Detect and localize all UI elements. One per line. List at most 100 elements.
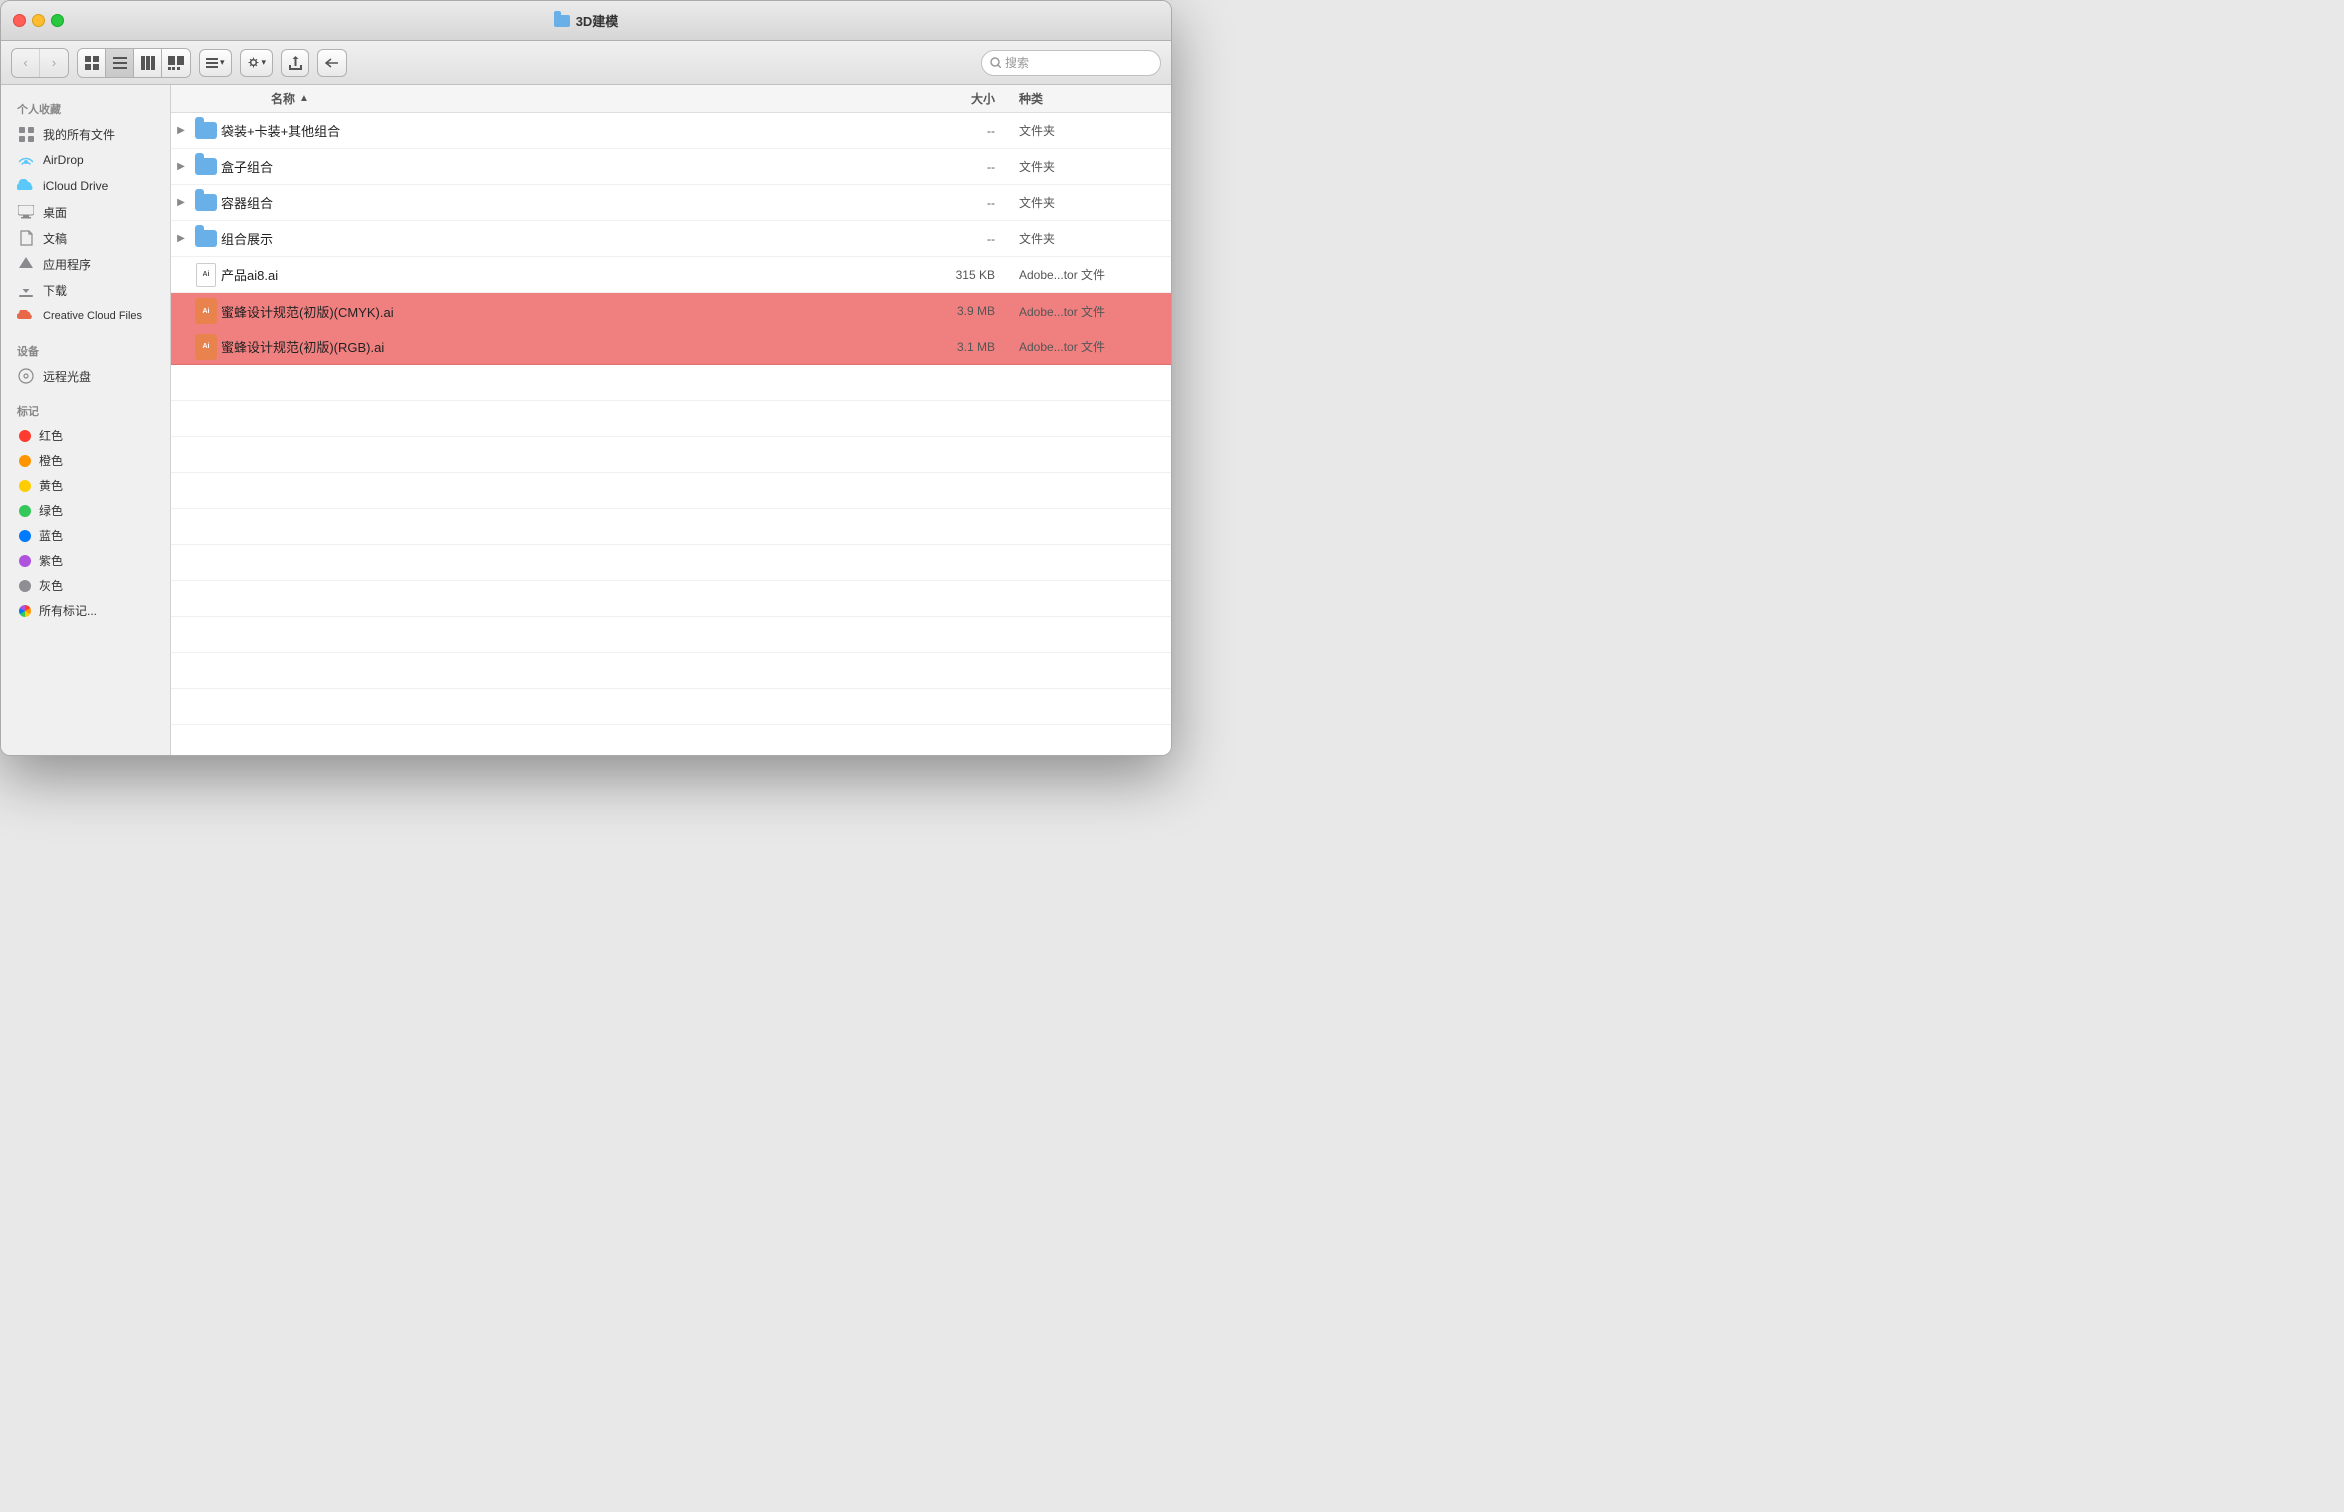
sidebar-item-optical[interactable]: 远程光盘 <box>5 363 166 389</box>
sidebar-item-tag-yellow[interactable]: 黄色 <box>5 473 166 498</box>
table-row[interactable]: ▶ 盒子组合 -- 文件夹 <box>171 149 1171 185</box>
sidebar-item-airdrop[interactable]: AirDrop <box>5 147 166 173</box>
share-button[interactable] <box>281 49 309 77</box>
ai-file-icon-container: Ai <box>191 257 221 292</box>
minimize-button[interactable] <box>32 14 45 27</box>
table-row[interactable]: Ai 产品ai8.ai 315 KB Adobe...tor 文件 <box>171 257 1171 293</box>
sidebar-personal-label: 个人收藏 <box>1 95 170 121</box>
expand-spacer <box>171 257 191 292</box>
table-row-empty <box>171 401 1171 437</box>
share-icon <box>289 56 302 70</box>
sidebar-item-label: 紫色 <box>39 552 63 569</box>
header-kind[interactable]: 种类 <box>1011 90 1171 107</box>
table-row[interactable]: ▶ 组合展示 -- 文件夹 <box>171 221 1171 257</box>
header-name[interactable]: 名称 ▲ <box>221 90 911 107</box>
sidebar-item-desktop[interactable]: 桌面 <box>5 199 166 225</box>
table-row-empty <box>171 509 1171 545</box>
file-kind: 文件夹 <box>1011 122 1171 139</box>
back-icon: ‹ <box>23 55 27 70</box>
sidebar: 个人收藏 我的所有文件 AirD <box>1 85 171 755</box>
file-name: 蜜蜂设计规范(初版)(CMYK).ai <box>221 302 911 321</box>
sidebar-item-label: 橙色 <box>39 452 63 469</box>
arrange-button[interactable]: ▾ <box>199 49 232 77</box>
window-title: 3D建模 <box>554 11 619 30</box>
traffic-lights <box>13 14 64 27</box>
file-kind: Adobe...tor 文件 <box>1011 303 1171 320</box>
table-row-selected[interactable]: Ai 蜜蜂设计规范(初版)(CMYK).ai 3.9 MB Adobe...to… <box>171 293 1171 329</box>
table-row-empty <box>171 545 1171 581</box>
creative-cloud-icon <box>17 307 35 325</box>
back-button[interactable]: ‹ <box>12 49 40 77</box>
file-size: -- <box>911 196 1011 210</box>
header-icon-spacer <box>191 85 221 112</box>
action-button[interactable]: ▾ <box>240 49 274 77</box>
expand-icon[interactable]: ▶ <box>171 185 191 220</box>
sidebar-item-label: 应用程序 <box>43 256 91 273</box>
forward-button[interactable]: › <box>40 49 68 77</box>
apps-icon <box>17 255 35 273</box>
title-folder-icon <box>554 15 570 27</box>
path-button[interactable] <box>317 49 347 77</box>
gallery-view-icon <box>168 56 184 70</box>
file-size: 3.1 MB <box>911 340 1011 354</box>
icon-grid-icon <box>85 56 99 70</box>
orange-tag-dot <box>19 455 31 467</box>
document-icon <box>17 229 35 247</box>
search-box[interactable]: 搜索 <box>981 50 1161 76</box>
view-icon-button[interactable] <box>78 49 106 77</box>
sidebar-item-all-tags[interactable]: 所有标记... <box>5 598 166 623</box>
view-list-button[interactable] <box>106 49 134 77</box>
sidebar-item-all-files[interactable]: 我的所有文件 <box>5 121 166 147</box>
sidebar-item-tag-blue[interactable]: 蓝色 <box>5 523 166 548</box>
folder-icon-container <box>191 113 221 148</box>
file-name: 盒子组合 <box>221 157 911 176</box>
file-name: 袋装+卡装+其他组合 <box>221 121 911 140</box>
forward-icon: › <box>52 55 56 70</box>
sidebar-item-tag-gray[interactable]: 灰色 <box>5 573 166 598</box>
view-gallery-button[interactable] <box>162 49 190 77</box>
file-kind: Adobe...tor 文件 <box>1011 266 1171 283</box>
table-row-empty <box>171 653 1171 689</box>
search-icon <box>990 57 1001 68</box>
sidebar-item-tag-orange[interactable]: 橙色 <box>5 448 166 473</box>
table-row-empty <box>171 581 1171 617</box>
file-size: 315 KB <box>911 268 1011 282</box>
file-kind: Adobe...tor 文件 <box>1011 338 1171 355</box>
header-size[interactable]: 大小 <box>911 90 1011 107</box>
expand-icon[interactable]: ▶ <box>171 113 191 148</box>
cloud-icon <box>17 177 35 195</box>
folder-icon-container <box>191 221 221 256</box>
close-button[interactable] <box>13 14 26 27</box>
gear-icon <box>247 56 260 69</box>
table-row-selected[interactable]: Ai 蜜蜂设计规范(初版)(RGB).ai 3.1 MB Adobe...tor… <box>171 329 1171 365</box>
action-chevron-icon: ▾ <box>262 57 267 68</box>
expand-spacer <box>171 293 191 329</box>
table-row[interactable]: ▶ 袋装+卡装+其他组合 -- 文件夹 <box>171 113 1171 149</box>
sidebar-item-documents[interactable]: 文稿 <box>5 225 166 251</box>
sidebar-item-label: 文稿 <box>43 230 67 247</box>
folder-icon <box>195 122 217 139</box>
table-row-empty <box>171 365 1171 401</box>
sidebar-item-label: 下载 <box>43 282 67 299</box>
header-spacer <box>171 85 191 112</box>
folder-icon <box>195 230 217 247</box>
view-column-button[interactable] <box>134 49 162 77</box>
sidebar-item-icloud[interactable]: iCloud Drive <box>5 173 166 199</box>
table-row[interactable]: ▶ 容器组合 -- 文件夹 <box>171 185 1171 221</box>
sidebar-item-tag-green[interactable]: 绿色 <box>5 498 166 523</box>
all-tags-dot <box>19 605 31 617</box>
arrange-icon <box>206 57 218 69</box>
table-row-empty <box>171 689 1171 725</box>
expand-icon[interactable]: ▶ <box>171 149 191 184</box>
expand-icon[interactable]: ▶ <box>171 221 191 256</box>
arrange-chevron-icon: ▾ <box>220 57 225 68</box>
folder-icon-container <box>191 185 221 220</box>
sidebar-item-creative-cloud[interactable]: Creative Cloud Files <box>5 303 166 329</box>
sidebar-item-downloads[interactable]: 下载 <box>5 277 166 303</box>
sidebar-item-apps[interactable]: 应用程序 <box>5 251 166 277</box>
sidebar-item-tag-red[interactable]: 红色 <box>5 423 166 448</box>
maximize-button[interactable] <box>51 14 64 27</box>
sidebar-item-tag-purple[interactable]: 紫色 <box>5 548 166 573</box>
sidebar-devices-label: 设备 <box>1 337 170 363</box>
size-column-label: 大小 <box>971 92 995 106</box>
